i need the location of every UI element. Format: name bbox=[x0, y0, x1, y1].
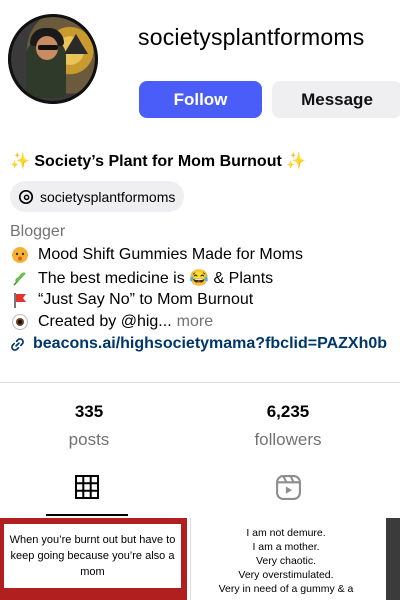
profile-link[interactable]: beacons.ai/highsocietymama?fbclid=PAZXh0… bbox=[10, 335, 387, 353]
posts-label: posts bbox=[68, 430, 110, 449]
bio-text: “Just Say No” to Mom Burnout bbox=[38, 291, 254, 308]
bio-line: Mood Shift Gummies Made for Moms bbox=[10, 245, 303, 265]
bio-line: Created by @hig... more bbox=[10, 312, 213, 332]
bio-more-link[interactable]: more bbox=[177, 313, 213, 331]
sparkles-icon: ✨ bbox=[10, 153, 30, 170]
tab-reels[interactable] bbox=[275, 474, 301, 502]
profile-username: societysplantformoms bbox=[138, 24, 365, 50]
tab-posts-grid[interactable] bbox=[74, 474, 100, 502]
threads-icon bbox=[18, 189, 34, 204]
profile-avatar[interactable] bbox=[8, 14, 98, 104]
followers-count: 6,235 bbox=[266, 402, 310, 421]
threads-badge[interactable]: societysplantformoms bbox=[10, 181, 185, 212]
bio-line: The best medicine is 😂 & Plants bbox=[10, 268, 273, 288]
post-thumbnail[interactable] bbox=[386, 518, 400, 600]
herb-emoji-icon bbox=[10, 268, 30, 288]
post-caption-card: When you’re burnt out but have to keep g… bbox=[4, 524, 181, 588]
bio-text: Created by @hig... bbox=[38, 313, 172, 330]
active-tab-indicator bbox=[46, 514, 128, 516]
avatar-ring bbox=[8, 14, 98, 104]
profile-category: Blogger bbox=[10, 223, 66, 240]
red-flag-emoji-icon bbox=[10, 290, 30, 310]
post-caption: When you’re burnt out but have to keep g… bbox=[9, 534, 176, 578]
bio-line: “Just Say No” to Mom Burnout bbox=[10, 290, 253, 310]
posts-grid: When you’re burnt out but have to keep g… bbox=[0, 518, 400, 600]
profile-full-name: ✨ Society’s Plant for Mom Burnout ✨ bbox=[10, 151, 306, 171]
post-thumbnail[interactable]: When you’re burnt out but have to keep g… bbox=[0, 518, 187, 600]
posts-stat: 335 posts bbox=[57, 402, 121, 450]
followers-stat[interactable]: 6,235 followers bbox=[240, 402, 336, 450]
posts-count: 335 bbox=[74, 402, 104, 421]
followers-label: followers bbox=[254, 430, 322, 449]
link-chain-icon bbox=[11, 337, 24, 351]
follow-button[interactable]: Follow bbox=[139, 81, 262, 118]
full-name-text: Society’s Plant for Mom Burnout bbox=[34, 153, 282, 170]
post-thumbnail[interactable]: I am not demure. I am a mother. Very cha… bbox=[190, 518, 383, 600]
post-caption: I am not demure. I am a mother. Very cha… bbox=[218, 527, 354, 595]
profile-link-text: beacons.ai/highsocietymama?fbclid=PAZXh0… bbox=[33, 335, 388, 352]
reels-icon bbox=[276, 475, 301, 500]
eye-emoji-icon bbox=[10, 312, 30, 332]
sparkles-icon: ✨ bbox=[286, 153, 307, 170]
bubble-head-emoji-icon bbox=[10, 245, 30, 265]
threads-handle: societysplantformoms bbox=[40, 188, 176, 205]
message-button[interactable]: Message bbox=[272, 81, 400, 118]
bio-text: Mood Shift Gummies Made for Moms bbox=[38, 246, 303, 263]
grid-icon bbox=[75, 475, 99, 499]
bio-text: The best medicine is 😂 & Plants bbox=[38, 270, 274, 287]
stats-divider bbox=[0, 382, 400, 383]
